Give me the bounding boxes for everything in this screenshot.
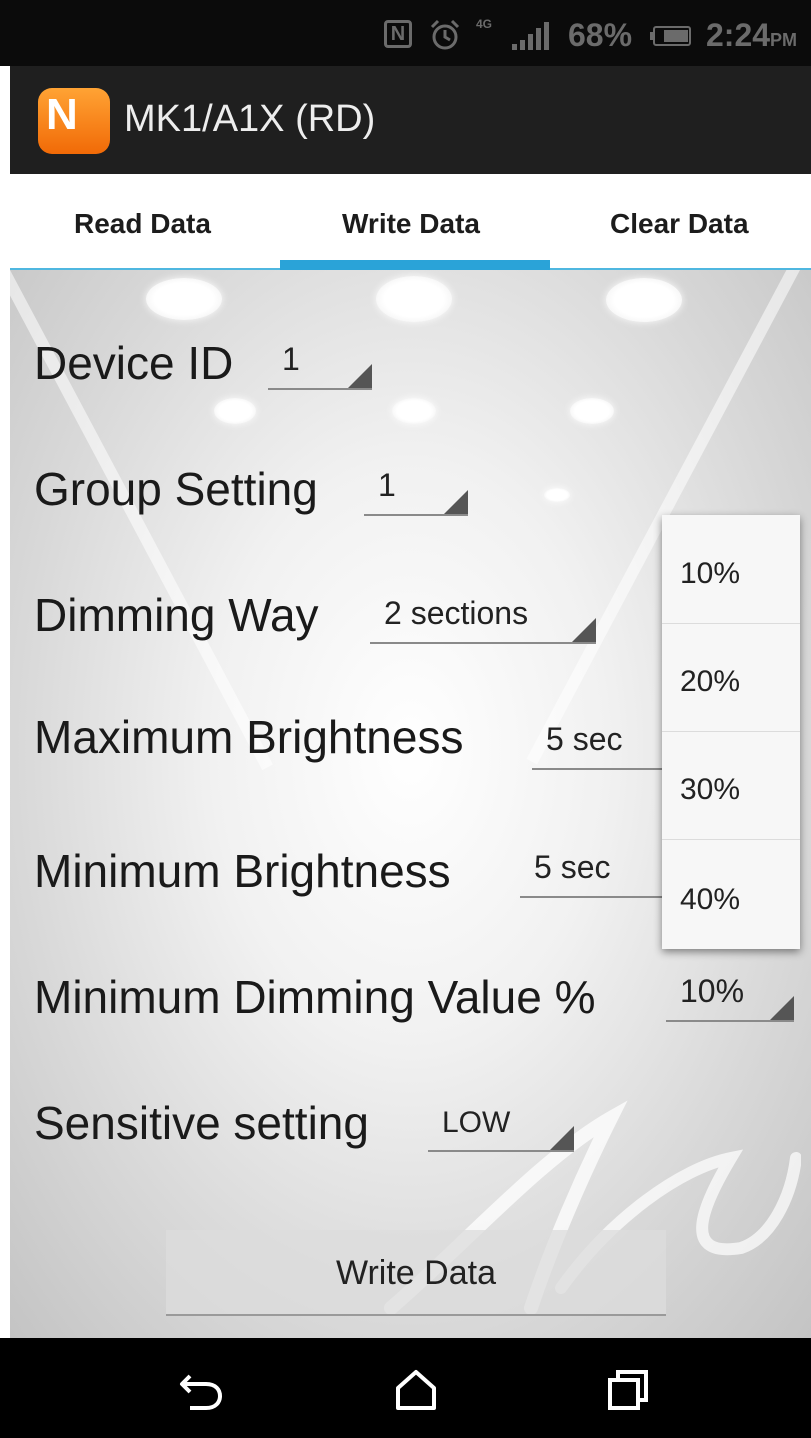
- app-bar: N MK1/A1X (RD): [10, 66, 811, 174]
- dropdown-arrow-icon: [348, 364, 372, 388]
- ceiling-light: [376, 276, 452, 322]
- tab-read-data[interactable]: Read Data: [74, 208, 211, 240]
- write-data-panel: Device ID 1 Group Setting 1 Dimming Way …: [10, 270, 811, 1338]
- minimum-dimming-value-label: Minimum Dimming Value %: [34, 971, 596, 1023]
- minimum-brightness-label: Minimum Brightness: [34, 845, 451, 897]
- sensitive-setting-value: LOW: [442, 1106, 511, 1139]
- dropdown-option-label: 30%: [680, 773, 741, 806]
- dropdown-arrow-icon: [770, 996, 794, 1020]
- group-setting-spinner[interactable]: 1: [364, 466, 468, 516]
- time-text: 2:24: [706, 17, 771, 53]
- home-icon[interactable]: [392, 1368, 440, 1412]
- ceiling-light: [544, 488, 570, 502]
- dropdown-option-label: 40%: [680, 883, 741, 916]
- minimum-dimming-value-value: 10%: [680, 973, 745, 1009]
- dimming-way-value: 2 sections: [384, 595, 529, 631]
- clock: 2:24PM: [706, 17, 797, 54]
- ceiling-light: [214, 398, 256, 424]
- nfc-icon: N: [384, 20, 412, 48]
- device-id-label: Device ID: [34, 337, 234, 389]
- tab-selected-indicator: [280, 260, 550, 270]
- network-type: 4G: [476, 17, 493, 31]
- device-id-value: 1: [282, 341, 300, 377]
- app-logo-letter: N: [46, 90, 78, 139]
- dimming-way-label: Dimming Way: [34, 589, 319, 641]
- tab-write-data[interactable]: Write Data: [342, 208, 480, 240]
- maximum-brightness-spinner[interactable]: 5 sec: [532, 716, 662, 770]
- status-bar: N 4G 68% 2:24PM: [0, 0, 811, 66]
- recent-apps-icon[interactable]: [604, 1368, 652, 1412]
- maximum-brightness-value: 5 sec: [546, 721, 623, 757]
- alarm-icon: [430, 19, 460, 50]
- dropdown-option-label: 10%: [680, 557, 741, 590]
- dropdown-option[interactable]: 30%: [662, 731, 800, 840]
- write-data-button-label: Write Data: [336, 1254, 496, 1292]
- sensitive-setting-label: Sensitive setting: [34, 1097, 369, 1149]
- dimming-way-spinner[interactable]: 2 sections: [370, 590, 596, 644]
- dropdown-arrow-icon: [444, 490, 468, 514]
- app-logo-icon: N: [38, 88, 110, 154]
- dropdown-option[interactable]: 10%: [662, 515, 800, 624]
- ceiling-light: [606, 278, 682, 322]
- maximum-brightness-label: Maximum Brightness: [34, 711, 464, 763]
- battery-icon: [650, 26, 691, 46]
- dropdown-option[interactable]: 20%: [662, 623, 800, 732]
- minimum-brightness-value: 5 sec: [534, 849, 611, 885]
- dropdown-arrow-icon: [550, 1126, 574, 1150]
- write-data-button[interactable]: Write Data: [166, 1230, 666, 1316]
- dropdown-arrow-icon: [572, 618, 596, 642]
- ceiling-light: [570, 398, 614, 424]
- tab-clear-data[interactable]: Clear Data: [610, 208, 749, 240]
- app-title: MK1/A1X (RD): [124, 98, 376, 140]
- group-setting-label: Group Setting: [34, 463, 318, 515]
- device-id-spinner[interactable]: 1: [268, 340, 372, 390]
- navigation-bar: [0, 1338, 811, 1438]
- minimum-dimming-value-spinner[interactable]: 10%: [666, 968, 794, 1022]
- sensitive-setting-spinner[interactable]: LOW: [428, 1098, 574, 1152]
- ceiling-light: [146, 278, 222, 320]
- ceiling-light: [392, 398, 436, 424]
- signal-icon: [512, 22, 549, 50]
- minimum-brightness-spinner[interactable]: 5 sec: [520, 844, 662, 898]
- dropdown-option[interactable]: 40%: [662, 839, 800, 947]
- dropdown-popup: 10% 20% 30% 40%: [662, 515, 800, 949]
- dropdown-option-label: 20%: [680, 665, 741, 698]
- tab-bar: Read Data Write Data Clear Data: [10, 174, 811, 270]
- ampm-text: PM: [770, 30, 798, 50]
- battery-percent: 68%: [568, 17, 633, 53]
- back-icon[interactable]: [176, 1368, 224, 1412]
- group-setting-value: 1: [378, 467, 396, 503]
